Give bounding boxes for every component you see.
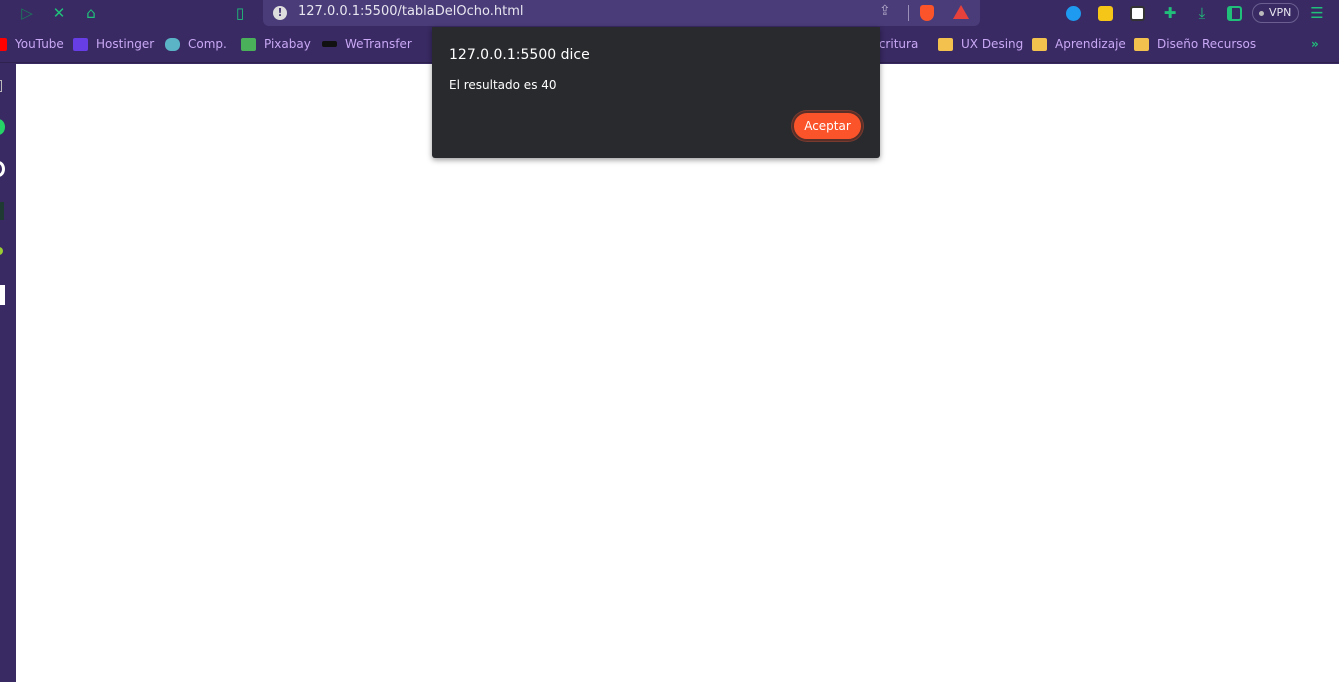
youtube-icon — [0, 37, 7, 51]
info-icon[interactable]: ! — [273, 6, 287, 20]
sidebar-toggle-icon[interactable] — [1227, 6, 1242, 21]
extension-icon[interactable] — [1098, 6, 1113, 21]
bookmark-label: Comp. — [188, 37, 227, 51]
address-bar[interactable]: ! 127.0.0.1:5500/tablaDelOcho.html ⇪ — [263, 0, 980, 26]
more-bookmarks-icon[interactable]: » — [1311, 37, 1319, 51]
bookmark-pixabay[interactable]: Pixabay — [241, 37, 311, 51]
brave-shield-icon[interactable] — [920, 5, 934, 21]
download-icon[interactable]: ⤓ — [1192, 0, 1212, 27]
app-icon[interactable] — [0, 161, 5, 177]
bookmark-label: WeTransfer — [345, 37, 412, 51]
side-panel — [0, 64, 16, 682]
bookmark-aprendizaje[interactable]: Aprendizaje — [1032, 37, 1126, 51]
divider — [908, 5, 909, 21]
bookmark-label: Diseño Recursos — [1157, 37, 1257, 51]
vpn-label: VPN — [1269, 6, 1292, 19]
whatsapp-icon[interactable] — [0, 119, 5, 135]
stop-x-icon[interactable]: ✕ — [49, 0, 69, 27]
bookmark-label: Pixabay — [264, 37, 311, 51]
dialog-title: 127.0.0.1:5500 dice — [449, 47, 590, 63]
extension-icon[interactable] — [1130, 6, 1145, 21]
folder-icon — [1032, 37, 1047, 51]
folder-icon — [1134, 37, 1149, 51]
bookmark-hostinger[interactable]: Hostinger — [73, 37, 154, 51]
bookmark-label: UX Desing — [961, 37, 1024, 51]
play-icon[interactable]: ▷ — [17, 0, 37, 27]
url-text[interactable]: 127.0.0.1:5500/tablaDelOcho.html — [298, 4, 523, 19]
extension-icon[interactable] — [1066, 6, 1081, 21]
app-icon[interactable] — [0, 285, 5, 305]
home-icon[interactable]: ⌂ — [81, 0, 101, 27]
alert-dialog: 127.0.0.1:5500 dice El resultado es 40 A… — [432, 27, 880, 158]
bookmark-diseno-recursos[interactable]: Diseño Recursos — [1134, 37, 1256, 51]
browser-toolbar: ▷ ✕ ⌂ ▯ ! 127.0.0.1:5500/tablaDelOcho.ht… — [0, 0, 1339, 27]
folder-icon — [938, 37, 953, 51]
share-icon[interactable]: ⇪ — [879, 3, 891, 19]
pixabay-icon — [241, 37, 256, 51]
vpn-button[interactable]: VPN — [1252, 3, 1299, 23]
bookmark-ux-desing[interactable]: UX Desing — [938, 37, 1023, 51]
dialog-message: El resultado es 40 — [449, 78, 557, 92]
wetransfer-icon — [322, 41, 337, 47]
app-icon[interactable] — [0, 247, 3, 255]
bookmark-comp[interactable]: Comp. — [165, 37, 227, 51]
bookmark-wetransfer[interactable]: WeTransfer — [322, 37, 412, 51]
app-icon[interactable] — [0, 202, 4, 220]
brave-rewards-icon[interactable] — [953, 5, 969, 19]
puzzle-icon[interactable]: ✚ — [1160, 0, 1180, 27]
bookmark-icon[interactable]: ▯ — [230, 0, 250, 27]
bookmark-label: YouTube — [15, 37, 64, 51]
accept-button[interactable]: Aceptar — [792, 111, 863, 141]
menu-icon[interactable]: ☰ — [1307, 0, 1327, 27]
bookmark-youtube[interactable]: YouTube — [0, 37, 64, 51]
crocodile-icon — [165, 37, 180, 51]
bookmark-label: Hostinger — [96, 37, 155, 51]
bookmark-label: Aprendizaje — [1055, 37, 1126, 51]
hostinger-icon — [73, 37, 88, 51]
panel-icon[interactable] — [0, 80, 2, 92]
